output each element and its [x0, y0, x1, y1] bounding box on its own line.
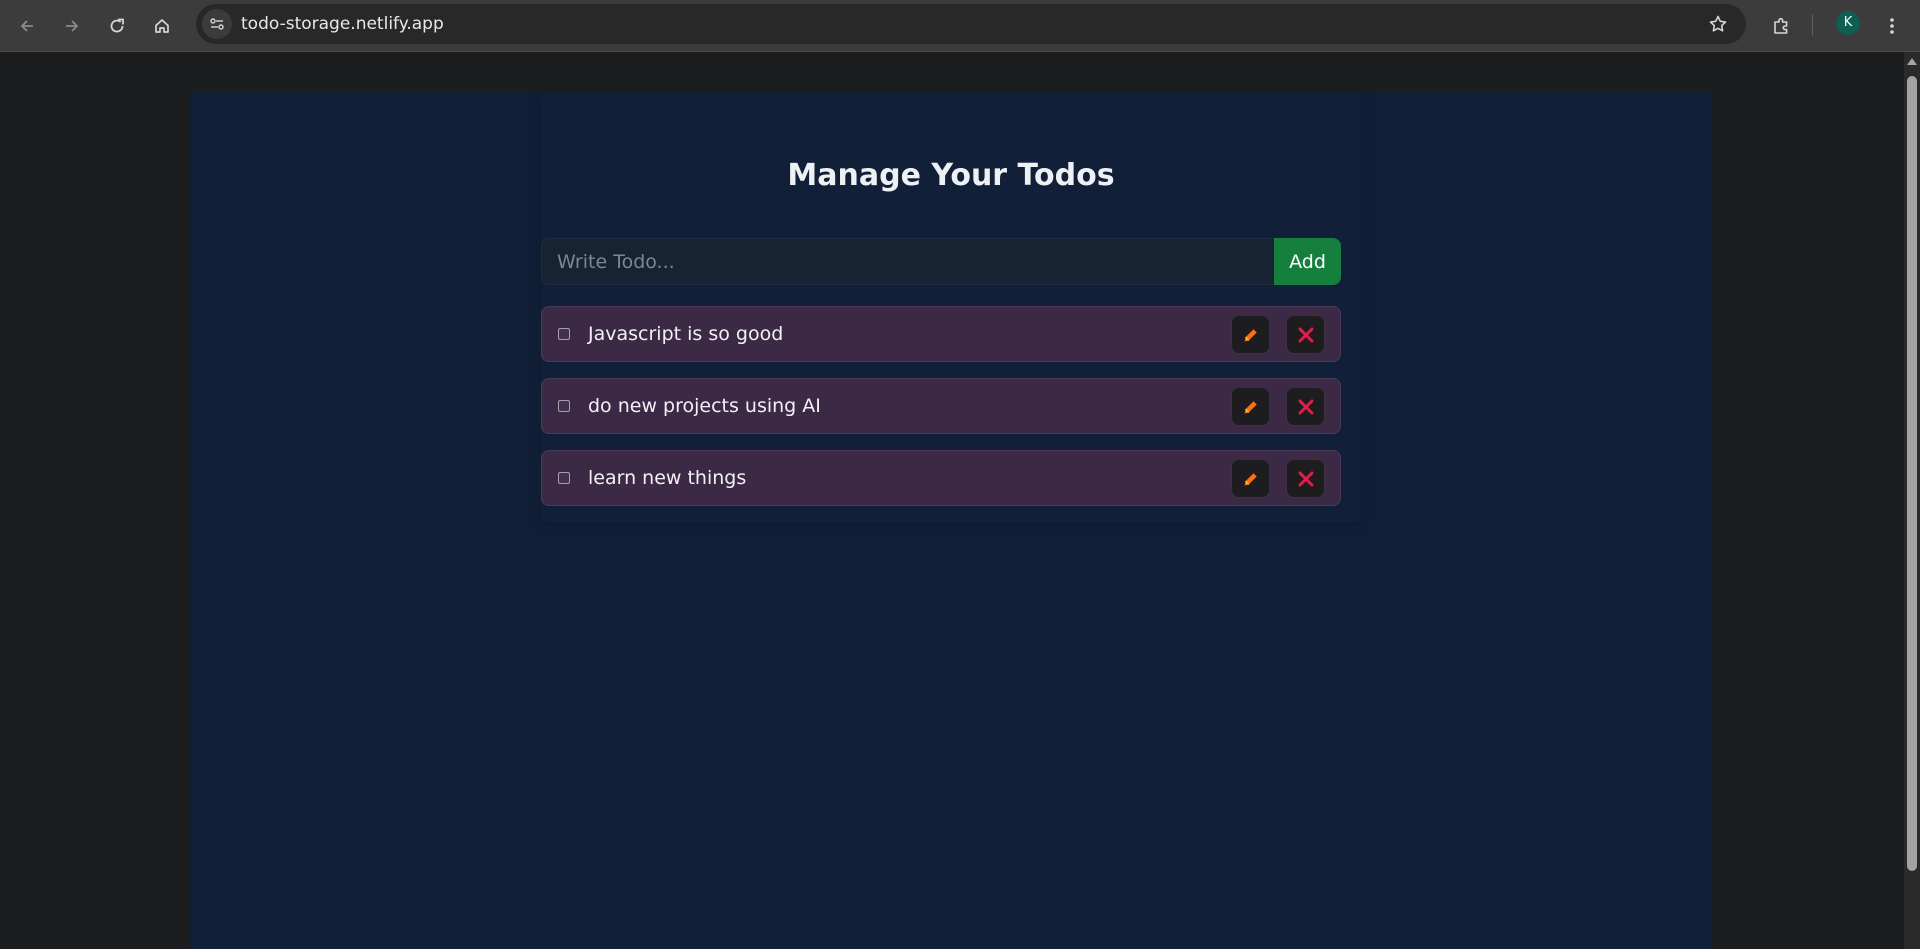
delete-button[interactable]: [1286, 459, 1325, 498]
home-icon: [155, 19, 169, 33]
todo-checkbox[interactable]: [558, 400, 570, 412]
todo-checkbox[interactable]: [558, 472, 570, 484]
todo-item: do new projects using AI: [541, 378, 1341, 434]
site-info-icon: [210, 18, 224, 30]
add-button[interactable]: Add: [1274, 238, 1341, 285]
page-viewport: Manage Your Todos Add Javascript is so g…: [0, 52, 1904, 949]
close-icon: [1298, 327, 1313, 342]
close-icon: [1298, 399, 1313, 414]
todo-item: learn new things: [541, 450, 1341, 506]
todo-form: Add: [541, 238, 1341, 285]
menu-icon: [1890, 18, 1894, 34]
edit-button[interactable]: [1231, 315, 1270, 354]
todo-container: Manage Your Todos Add Javascript is so g…: [541, 92, 1361, 522]
back-icon: [20, 20, 33, 32]
browser-menu-button[interactable]: [1874, 8, 1910, 44]
todo-input[interactable]: [541, 238, 1274, 285]
forward-icon: [66, 20, 79, 32]
extensions-button[interactable]: [1763, 8, 1799, 44]
pencil-icon: [1244, 328, 1257, 341]
close-icon: [1298, 471, 1313, 486]
todo-text[interactable]: Javascript is so good: [588, 307, 783, 361]
pencil-icon: [1244, 400, 1257, 413]
extensions-icon: [1774, 17, 1788, 34]
scroll-up-arrow[interactable]: [1907, 58, 1917, 65]
forward-button[interactable]: [54, 8, 90, 44]
star-icon: [1709, 15, 1727, 32]
edit-button[interactable]: [1231, 387, 1270, 426]
toolbar-divider: [1812, 14, 1813, 36]
edit-button[interactable]: [1231, 459, 1270, 498]
pencil-icon: [1244, 472, 1257, 485]
back-button[interactable]: [9, 8, 45, 44]
home-button[interactable]: [144, 8, 180, 44]
bookmark-button[interactable]: [1700, 6, 1736, 42]
browser-toolbar: todo-storage.netlify.app K: [0, 0, 1920, 52]
todo-checkbox[interactable]: [558, 328, 570, 340]
reload-button[interactable]: [99, 8, 135, 44]
profile-avatar[interactable]: K: [1836, 11, 1860, 35]
todo-text[interactable]: do new projects using AI: [588, 379, 821, 433]
delete-button[interactable]: [1286, 315, 1325, 354]
url-text: todo-storage.netlify.app: [241, 14, 444, 34]
todo-item: Javascript is so good: [541, 306, 1341, 362]
scroll-thumb[interactable]: [1907, 76, 1917, 871]
app-background: Manage Your Todos Add Javascript is so g…: [190, 92, 1711, 949]
delete-button[interactable]: [1286, 387, 1325, 426]
reload-icon: [110, 18, 124, 33]
page-scrollbar[interactable]: [1904, 52, 1920, 949]
site-info-button[interactable]: [202, 9, 232, 39]
page-title: Manage Your Todos: [787, 158, 1115, 193]
address-bar[interactable]: todo-storage.netlify.app: [196, 4, 1746, 44]
todo-text[interactable]: learn new things: [588, 451, 746, 505]
